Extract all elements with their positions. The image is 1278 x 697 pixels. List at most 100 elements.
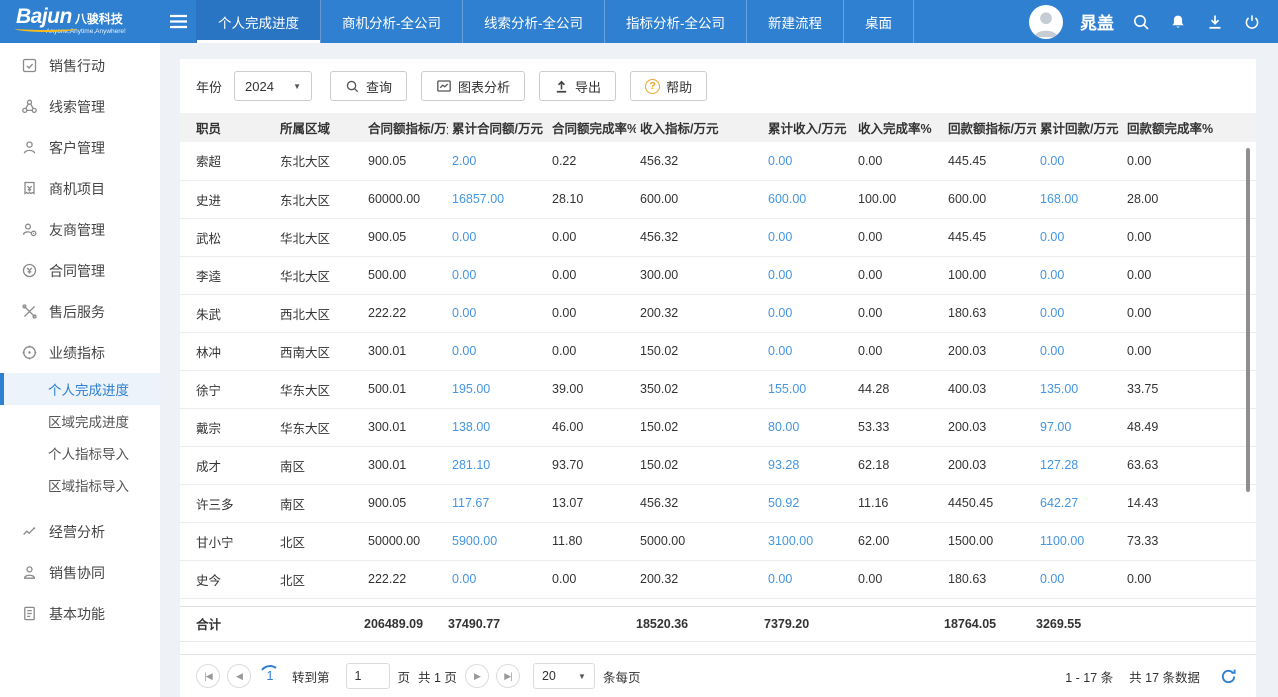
region-cell: 西北大区: [276, 294, 364, 332]
sidebar-item-8[interactable]: 经营分析: [0, 511, 160, 552]
current-page-indicator[interactable]: 1: [258, 664, 282, 688]
value-cell: 11.80: [548, 522, 636, 560]
region-cell: 南区: [276, 446, 364, 484]
linked-value-cell[interactable]: 127.28: [1036, 446, 1123, 484]
linked-value-cell[interactable]: 195.00: [448, 370, 548, 408]
sidebar-item-1[interactable]: 线索管理: [0, 86, 160, 127]
analysis-icon: [20, 523, 38, 541]
prev-page-button[interactable]: ◀: [227, 664, 251, 688]
linked-value-cell[interactable]: 0.00: [764, 256, 854, 294]
sidebar-item-10[interactable]: 基本功能: [0, 593, 160, 634]
table-total-row: 合计206489.0937490.7718520.367379.2018764.…: [180, 606, 1256, 641]
sidebar-item-3[interactable]: 商机项目: [0, 168, 160, 209]
linked-value-cell[interactable]: 0.00: [1036, 256, 1123, 294]
sidebar-subitem-0[interactable]: 个人完成进度: [0, 373, 160, 405]
linked-value-cell[interactable]: 0.00: [764, 332, 854, 370]
menu-toggle-icon[interactable]: [160, 0, 196, 43]
linked-value-cell[interactable]: 0.00: [1036, 142, 1123, 180]
linked-value-cell[interactable]: 0.00: [764, 294, 854, 332]
linked-value-cell[interactable]: 0.00: [1036, 218, 1123, 256]
user-name[interactable]: 晁盖: [1080, 9, 1114, 34]
avatar[interactable]: [1029, 5, 1063, 39]
linked-value-cell[interactable]: 168.00: [1036, 180, 1123, 218]
linked-value-cell[interactable]: 138.00: [448, 408, 548, 446]
last-page-button[interactable]: ▶|: [496, 664, 520, 688]
linked-value-cell[interactable]: 0.00: [1036, 332, 1123, 370]
tab-5[interactable]: 桌面: [844, 0, 914, 43]
linked-value-cell[interactable]: 281.10: [448, 446, 548, 484]
refresh-icon[interactable]: [1216, 664, 1240, 688]
linked-value-cell[interactable]: 155.00: [764, 370, 854, 408]
linked-value-cell[interactable]: 0.00: [1036, 560, 1123, 598]
value-cell: 0.00: [1123, 142, 1256, 180]
tab-2[interactable]: 线索分析-全公司: [463, 0, 605, 43]
table-scrollbar[interactable]: [1246, 148, 1250, 492]
sidebar-item-0[interactable]: 销售行动: [0, 45, 160, 86]
value-cell: 0.00: [854, 142, 944, 180]
query-button[interactable]: 查询: [330, 71, 407, 101]
table-row-5: 林冲西南大区300.010.000.00150.020.000.00200.03…: [180, 332, 1256, 370]
value-cell: 100.00: [944, 256, 1036, 294]
pagination-summary: 1 - 17 条 共 17 条数据: [1065, 664, 1240, 688]
tab-3[interactable]: 指标分析-全公司: [605, 0, 747, 43]
sidebar: 销售行动线索管理客户管理商机项目友商管理合同管理售后服务业绩指标个人完成进度区域…: [0, 43, 160, 697]
sidebar-subitem-1[interactable]: 区域完成进度: [0, 405, 160, 437]
sidebar-item-4[interactable]: 友商管理: [0, 209, 160, 250]
linked-value-cell[interactable]: 0.00: [764, 560, 854, 598]
total-value-cell: [548, 606, 636, 641]
sidebar-item-6[interactable]: 售后服务: [0, 291, 160, 332]
total-value-cell: [1123, 606, 1256, 641]
linked-value-cell[interactable]: 0.00: [448, 218, 548, 256]
sidebar-item-2[interactable]: 客户管理: [0, 127, 160, 168]
power-icon[interactable]: [1242, 12, 1262, 32]
tab-4[interactable]: 新建流程: [747, 0, 844, 43]
sidebar-item-7[interactable]: 业绩指标: [0, 332, 160, 373]
linked-value-cell[interactable]: 117.67: [448, 484, 548, 522]
next-page-button[interactable]: ▶: [465, 664, 489, 688]
chart-analysis-button[interactable]: 图表分析: [421, 71, 525, 101]
first-page-button[interactable]: |◀: [196, 664, 220, 688]
linked-value-cell[interactable]: 135.00: [1036, 370, 1123, 408]
value-cell: 500.01: [364, 370, 448, 408]
tab-0[interactable]: 个人完成进度: [196, 0, 321, 43]
linked-value-cell[interactable]: 0.00: [764, 142, 854, 180]
linked-value-cell[interactable]: 0.00: [448, 560, 548, 598]
linked-value-cell[interactable]: 1100.00: [1036, 522, 1123, 560]
page-size-select[interactable]: 20 ▼: [533, 663, 595, 689]
year-select[interactable]: 2024 ▼: [234, 71, 312, 101]
export-button-label: 导出: [575, 77, 601, 96]
value-cell: 300.01: [364, 332, 448, 370]
value-cell: 456.32: [636, 142, 764, 180]
search-icon[interactable]: [1131, 12, 1151, 32]
linked-value-cell[interactable]: 97.00: [1036, 408, 1123, 446]
tab-1[interactable]: 商机分析-全公司: [321, 0, 463, 43]
linked-value-cell[interactable]: 16857.00: [448, 180, 548, 218]
linked-value-cell[interactable]: 642.27: [1036, 484, 1123, 522]
export-button[interactable]: 导出: [539, 71, 616, 101]
linked-value-cell[interactable]: 3100.00: [764, 522, 854, 560]
linked-value-cell[interactable]: 0.00: [448, 256, 548, 294]
bell-icon[interactable]: [1168, 12, 1188, 32]
linked-value-cell[interactable]: 0.00: [1036, 294, 1123, 332]
sidebar-item-5[interactable]: 合同管理: [0, 250, 160, 291]
value-cell: 48.49: [1123, 408, 1256, 446]
app-window: Bajun 八骏科技 Anyone,Anytime,Anywhere! 个人完成…: [0, 0, 1278, 697]
linked-value-cell[interactable]: 5900.00: [448, 522, 548, 560]
linked-value-cell[interactable]: 50.92: [764, 484, 854, 522]
goto-page-input[interactable]: [346, 663, 390, 689]
sidebar-subitem-3[interactable]: 区域指标导入: [0, 469, 160, 501]
linked-value-cell[interactable]: 600.00: [764, 180, 854, 218]
sidebar-subitem-2[interactable]: 个人指标导入: [0, 437, 160, 469]
download-icon[interactable]: [1205, 12, 1225, 32]
sidebar-item-9[interactable]: 销售协同: [0, 552, 160, 593]
linked-value-cell[interactable]: 0.00: [764, 218, 854, 256]
linked-value-cell[interactable]: 93.28: [764, 446, 854, 484]
linked-value-cell[interactable]: 2.00: [448, 142, 548, 180]
value-cell: 150.02: [636, 332, 764, 370]
linked-value-cell[interactable]: 0.00: [448, 294, 548, 332]
region-cell: 华北大区: [276, 256, 364, 294]
region-cell: 西南大区: [276, 332, 364, 370]
linked-value-cell[interactable]: 80.00: [764, 408, 854, 446]
help-button[interactable]: ? 帮助: [630, 71, 707, 101]
linked-value-cell[interactable]: 0.00: [448, 332, 548, 370]
